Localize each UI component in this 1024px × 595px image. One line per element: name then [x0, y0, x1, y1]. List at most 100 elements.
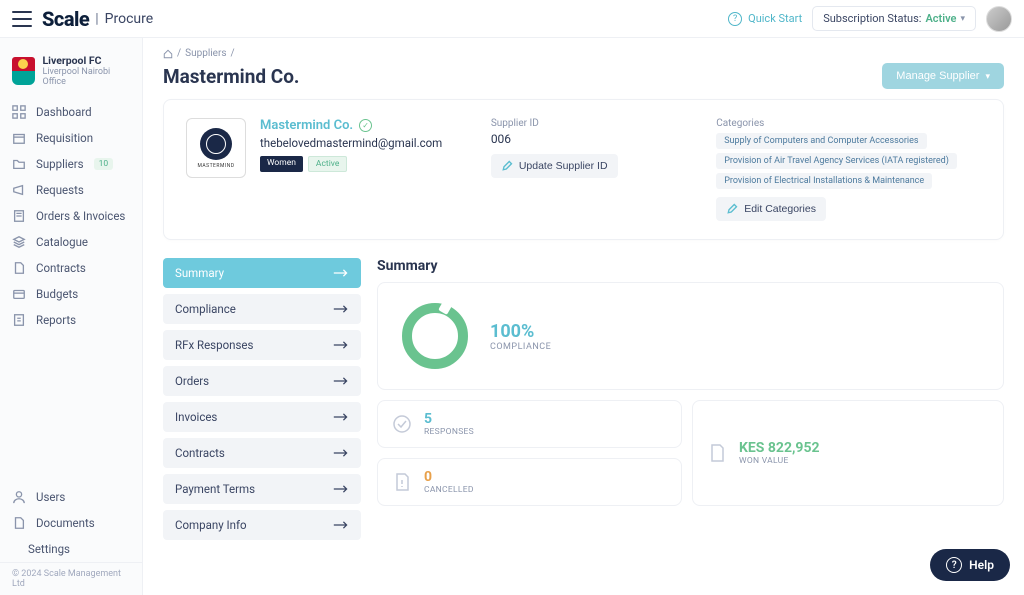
stat-won-value: KES 822,952 WON VALUE	[692, 400, 1004, 506]
menu-toggle[interactable]	[12, 11, 32, 27]
sidebar-label: Users	[36, 490, 65, 504]
tab-summary[interactable]: Summary	[163, 258, 361, 288]
file-icon	[707, 443, 727, 463]
logo: Scale	[42, 7, 89, 31]
user-avatar[interactable]	[986, 6, 1012, 32]
tab-company-info[interactable]: Company Info	[163, 510, 361, 540]
edit-icon	[726, 203, 738, 215]
sidebar-item-dashboard[interactable]: Dashboard	[0, 99, 142, 125]
compliance-percent: 100%	[490, 321, 551, 342]
doc-icon	[12, 313, 26, 327]
compliance-label: COMPLIANCE	[490, 342, 551, 352]
lower-section: Summary Compliance RFx Responses Orders …	[163, 258, 1004, 540]
sidebar-item-catalogue[interactable]: Catalogue	[0, 229, 142, 255]
manage-supplier-label: Manage Supplier	[896, 70, 979, 82]
quick-start-link[interactable]: ? Quick Start	[728, 12, 802, 26]
box-icon	[12, 131, 26, 145]
cancelled-label: CANCELLED	[424, 485, 474, 495]
help-button[interactable]: ? Help	[930, 549, 1010, 581]
grid-icon	[12, 105, 26, 119]
sidebar-badge: 10	[94, 158, 114, 170]
sidebar-item-requests[interactable]: Requests	[0, 177, 142, 203]
breadcrumb-sep: /	[177, 48, 181, 59]
arrow-right-icon	[333, 484, 349, 494]
tab-label: Compliance	[175, 302, 236, 316]
sidebar-item-suppliers[interactable]: Suppliers 10	[0, 151, 142, 177]
file-alert-icon	[392, 472, 412, 492]
arrow-right-icon	[333, 268, 349, 278]
sidebar-label: Budgets	[36, 287, 78, 301]
brain-icon	[200, 128, 232, 160]
tab-payment-terms[interactable]: Payment Terms	[163, 474, 361, 504]
category-item[interactable]: Provision of Air Travel Agency Services …	[716, 153, 957, 169]
supplier-logo: MASTERMIND	[186, 118, 246, 178]
sidebar-label: Requests	[36, 183, 84, 197]
home-icon[interactable]	[163, 49, 173, 59]
tab-column: Summary Compliance RFx Responses Orders …	[163, 258, 361, 540]
wallet-icon	[12, 287, 26, 301]
sidebar-item-reports[interactable]: Reports	[0, 307, 142, 333]
compliance-card: 100% COMPLIANCE	[377, 282, 1004, 390]
supplier-name: Mastermind Co.	[260, 118, 353, 133]
subscription-status-dropdown[interactable]: Subscription Status: Active ▾	[812, 6, 976, 31]
sidebar-item-requisition[interactable]: Requisition	[0, 125, 142, 151]
sidebar-item-contracts[interactable]: Contracts	[0, 255, 142, 281]
supplier-email: thebelovedmastermind@gmail.com	[260, 136, 442, 150]
sidebar-item-users[interactable]: Users	[0, 484, 142, 510]
page-title: Mastermind Co.	[163, 65, 299, 88]
stat-cancelled: 0 CANCELLED	[377, 458, 682, 506]
edit-categories-button[interactable]: Edit Categories	[716, 197, 826, 221]
tab-contracts[interactable]: Contracts	[163, 438, 361, 468]
arrow-right-icon	[333, 520, 349, 530]
category-item[interactable]: Supply of Computers and Computer Accesso…	[716, 133, 926, 149]
categories-list: Supply of Computers and Computer Accesso…	[716, 133, 981, 189]
user-icon	[12, 490, 26, 504]
supplier-logo-text: MASTERMIND	[197, 163, 234, 169]
tag-women: Women	[260, 156, 303, 172]
chevron-down-icon: ▾	[960, 14, 965, 24]
sidebar-label: Reports	[36, 313, 76, 327]
tab-label: Payment Terms	[175, 482, 255, 496]
sub-status-label: Subscription Status:	[823, 12, 921, 25]
sidebar-item-documents[interactable]: Documents	[0, 510, 142, 536]
responses-label: RESPONSES	[424, 427, 474, 437]
cancelled-value: 0	[424, 469, 474, 485]
layers-icon	[12, 235, 26, 249]
help-label: Help	[969, 558, 994, 572]
page-header: Mastermind Co. Manage Supplier ▾	[163, 63, 1004, 89]
breadcrumb-suppliers[interactable]: Suppliers	[185, 48, 226, 59]
sidebar-label: Catalogue	[36, 235, 88, 249]
tab-label: Summary	[175, 266, 224, 280]
tab-invoices[interactable]: Invoices	[163, 402, 361, 432]
help-icon: ?	[946, 557, 962, 573]
sidebar-item-orders-invoices[interactable]: Orders & Invoices	[0, 203, 142, 229]
sidebar-item-budgets[interactable]: Budgets	[0, 281, 142, 307]
org-crest-icon	[12, 57, 35, 85]
stat-responses: 5 RESPONSES	[377, 400, 682, 448]
tab-compliance[interactable]: Compliance	[163, 294, 361, 324]
tab-orders[interactable]: Orders	[163, 366, 361, 396]
sidebar-label: Suppliers	[36, 157, 84, 171]
compliance-donut-chart	[402, 303, 468, 369]
check-circle-icon	[392, 414, 412, 434]
org-sub: Liverpool Nairobi Office	[43, 67, 131, 87]
sidebar-label: Documents	[36, 516, 95, 530]
categories-label: Categories	[716, 118, 981, 129]
sidebar-label: Requisition	[36, 131, 93, 145]
logo-sub: Procure	[105, 11, 154, 27]
tab-rfx-responses[interactable]: RFx Responses	[163, 330, 361, 360]
arrow-right-icon	[333, 376, 349, 386]
arrow-right-icon	[333, 448, 349, 458]
manage-supplier-button[interactable]: Manage Supplier ▾	[882, 63, 1004, 89]
help-circle-icon: ?	[728, 12, 742, 26]
responses-value: 5	[424, 411, 474, 427]
category-item[interactable]: Provision of Electrical Installations & …	[716, 173, 932, 189]
arrow-right-icon	[333, 340, 349, 350]
tab-label: Orders	[175, 374, 209, 388]
sidebar-bottom-nav: Users Documents Settings	[0, 484, 142, 562]
update-supplier-id-button[interactable]: Update Supplier ID	[491, 154, 618, 178]
content: / Suppliers / Mastermind Co. Manage Supp…	[143, 38, 1024, 595]
sidebar-item-settings[interactable]: Settings	[0, 536, 142, 562]
verified-icon: ✓	[359, 119, 372, 132]
org-header[interactable]: Liverpool FC Liverpool Nairobi Office	[0, 48, 142, 99]
